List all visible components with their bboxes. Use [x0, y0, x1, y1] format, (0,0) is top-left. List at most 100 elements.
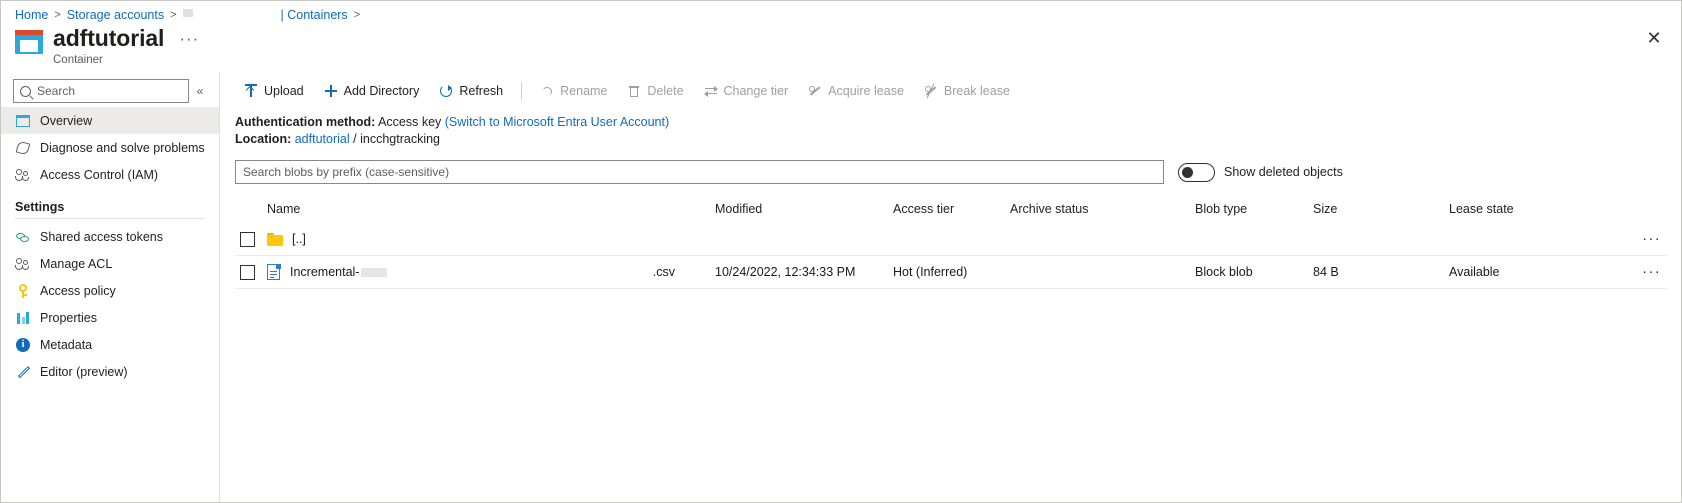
row-checkbox[interactable]: [240, 232, 255, 247]
sidebar-item-label: Editor (preview): [40, 365, 128, 379]
row-checkbox[interactable]: [240, 265, 255, 280]
column-header-size[interactable]: Size: [1313, 202, 1449, 216]
sidebar-item-metadata[interactable]: i Metadata: [1, 331, 219, 358]
row-more-menu-button[interactable]: ···: [1642, 230, 1661, 247]
add-directory-button[interactable]: Add Directory: [315, 78, 429, 104]
file-icon: [267, 264, 281, 280]
column-header-access-tier[interactable]: Access tier: [893, 202, 1010, 216]
cell-name: Incremental- .csv: [267, 264, 715, 280]
row-more-menu-button[interactable]: ···: [1642, 263, 1661, 280]
filter-row: Show deleted objects: [221, 148, 1681, 184]
overview-icon: [15, 113, 31, 129]
table-row[interactable]: Incremental- .csv 10/24/2022, 12:34:33 P…: [235, 256, 1667, 289]
trash-icon: [627, 84, 641, 98]
cell-name: [..]: [267, 232, 715, 246]
tokens-icon: [15, 229, 31, 245]
close-icon[interactable]: ✕: [1643, 29, 1665, 51]
command-toolbar: Upload Add Directory Refresh Rename Dele…: [221, 75, 1681, 107]
change-tier-button: Change tier: [695, 78, 798, 104]
show-deleted-objects-toggle[interactable]: Show deleted objects: [1178, 163, 1343, 182]
break-lease-button: Break lease: [915, 78, 1019, 104]
upload-button[interactable]: Upload: [235, 78, 313, 104]
prefix-search-wrapper[interactable]: [235, 160, 1164, 184]
people-icon: [15, 167, 31, 183]
toolbar-button-label: Upload: [264, 84, 304, 98]
sidebar-item-overview[interactable]: Overview: [1, 107, 219, 134]
acquire-lease-button: Acquire lease: [799, 78, 913, 104]
row-checkbox-cell: [235, 232, 267, 247]
rename-icon: [540, 84, 554, 98]
prefix-search-input[interactable]: [243, 165, 1156, 179]
column-header-archive-status[interactable]: Archive status: [1010, 202, 1195, 216]
refresh-button[interactable]: Refresh: [430, 78, 512, 104]
upload-icon: [244, 84, 258, 98]
acquire-lease-icon: [808, 84, 822, 98]
collapse-sidebar-button[interactable]: «: [189, 84, 211, 98]
page-title: adftutorial: [53, 25, 164, 52]
switch-auth-link[interactable]: (Switch to Microsoft Entra User Account): [445, 115, 669, 129]
breadcrumb-item-storage-accounts[interactable]: Storage accounts: [67, 8, 164, 22]
cell-access-tier: Hot (Inferred): [893, 265, 1010, 279]
column-header-modified[interactable]: Modified: [715, 202, 893, 216]
page-more-menu-button[interactable]: ···: [176, 32, 202, 46]
sidebar-item-shared-access-tokens[interactable]: Shared access tokens: [1, 223, 219, 250]
sidebar-item-properties[interactable]: Properties: [1, 304, 219, 331]
sidebar-item-label: Access policy: [40, 284, 116, 298]
sidebar-item-manage-acl[interactable]: Manage ACL: [1, 250, 219, 277]
toolbar-button-label: Break lease: [944, 84, 1010, 98]
search-input[interactable]: [37, 84, 182, 98]
container-icon: [15, 28, 43, 56]
page-subtitle: Container: [53, 54, 202, 66]
delete-button: Delete: [618, 78, 692, 104]
toggle-track[interactable]: [1178, 163, 1215, 182]
breadcrumb-separator-icon: >: [354, 9, 360, 21]
cell-modified: 10/24/2022, 12:34:33 PM: [715, 265, 893, 279]
redacted-account-name: [183, 9, 193, 17]
column-header-blob-type[interactable]: Blob type: [1195, 202, 1313, 216]
plus-icon: [324, 84, 338, 98]
breadcrumb-item-home[interactable]: Home: [15, 8, 48, 22]
sidebar-item-access-policy[interactable]: Access policy: [1, 277, 219, 304]
sidebar-section-settings: Settings: [1, 188, 219, 218]
main-pane: Upload Add Directory Refresh Rename Dele…: [221, 73, 1681, 502]
toggle-knob: [1182, 167, 1193, 178]
authentication-method-value: Access key: [378, 115, 441, 129]
row-name-extension: .csv: [653, 265, 715, 279]
sidebar-item-label: Manage ACL: [40, 257, 112, 271]
sidebar-item-access-control[interactable]: Access Control (IAM): [1, 161, 219, 188]
location-account-link[interactable]: adftutorial: [295, 132, 350, 146]
blob-table: Name Modified Access tier Archive status…: [235, 195, 1667, 289]
sidebar: « Overview Diagnose and solve problems A…: [1, 73, 220, 502]
row-name-text[interactable]: [..]: [292, 232, 306, 246]
azure-portal-container-blade: Home > Storage accounts > | Containers >…: [0, 0, 1682, 503]
toolbar-button-label: Acquire lease: [828, 84, 904, 98]
sidebar-item-diagnose[interactable]: Diagnose and solve problems: [1, 134, 219, 161]
breadcrumb-separator-icon: >: [170, 9, 176, 21]
folder-icon: [267, 233, 283, 246]
row-actions-cell: ···: [1627, 265, 1667, 279]
toggle-label: Show deleted objects: [1224, 165, 1343, 179]
location-path: incchgtracking: [360, 132, 440, 146]
row-name-wrapper[interactable]: Incremental-: [290, 265, 389, 279]
row-actions-cell: ···: [1627, 232, 1667, 246]
sidebar-item-editor-preview[interactable]: Editor (preview): [1, 358, 219, 385]
breadcrumb: Home > Storage accounts > | Containers >: [15, 5, 366, 25]
search-input-wrapper[interactable]: [13, 79, 189, 103]
column-header-name[interactable]: Name: [267, 202, 715, 216]
table-row[interactable]: [..] ···: [235, 223, 1667, 256]
column-header-lease-state[interactable]: Lease state: [1449, 202, 1627, 216]
wrench-icon: [15, 140, 31, 156]
cell-lease-state: Available: [1449, 265, 1627, 279]
breadcrumb-item-containers[interactable]: | Containers: [281, 8, 348, 22]
authentication-method-row: Authentication method: Access key (Switc…: [235, 114, 1681, 131]
key-icon: [15, 283, 31, 299]
cell-size: 84 B: [1313, 265, 1449, 279]
people-icon: [15, 256, 31, 272]
pencil-icon: [15, 364, 31, 380]
location-separator: /: [353, 132, 356, 146]
row-name-text: Incremental-: [290, 265, 359, 279]
sidebar-item-label: Diagnose and solve problems: [40, 141, 205, 155]
toolbar-button-label: Change tier: [724, 84, 789, 98]
table-header-row: Name Modified Access tier Archive status…: [235, 195, 1667, 223]
location-row: Location: adftutorial / incchgtracking: [235, 131, 1681, 148]
